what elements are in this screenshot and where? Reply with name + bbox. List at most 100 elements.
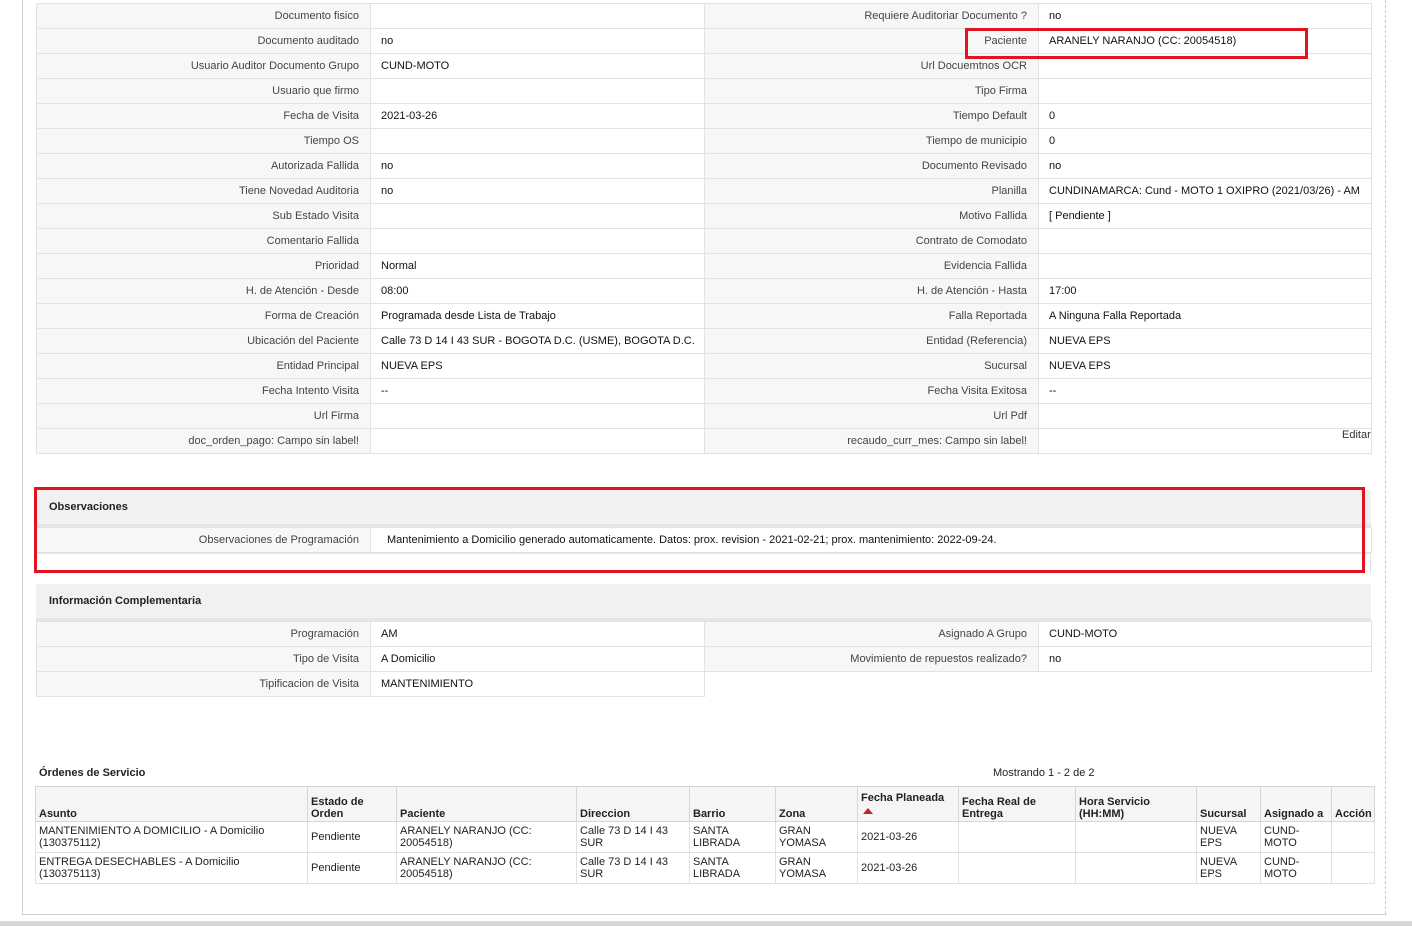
cell-fecha-planeada: 2021-03-26 (857, 852, 959, 884)
field-value-documento-revisado: no (1038, 153, 1372, 179)
field-value-url-firma (370, 403, 705, 429)
field-label-movimiento-de-repuestos-realizado: Movimiento de repuestos realizado? (704, 646, 1039, 672)
field-label-documento-revisado: Documento Revisado (704, 153, 1039, 179)
column-header-label: Fecha Real de Entrega (962, 796, 1036, 820)
column-header-label: Barrio (693, 808, 726, 820)
column-header-asignado-a[interactable]: Asignado a (1260, 786, 1332, 822)
detail-row: Documento fisico Requiere Auditoriar Docu… (36, 3, 1372, 29)
column-header-fecha-planeada[interactable]: Fecha Planeada (857, 786, 959, 822)
field-label-fecha-intento-visita: Fecha Intento Visita (36, 378, 371, 404)
field-label-sucursal: Sucursal (704, 353, 1039, 379)
column-header-fecha-real-de-entrega[interactable]: Fecha Real de Entrega (958, 786, 1076, 822)
column-header-direccion[interactable]: Direccion (576, 786, 690, 822)
cell-paciente: ARANELY NARANJO (CC: 20054518) (396, 821, 577, 853)
field-value-fecha-de-visita: 2021-03-26 (370, 103, 705, 129)
field-value-fecha-intento-visita: -- (370, 378, 705, 404)
column-header-accion[interactable]: Acción (1331, 786, 1375, 822)
detail-row: Tiempo OS Tiempo de municipio 0 (36, 128, 1372, 154)
field-label-prioridad: Prioridad (36, 253, 371, 279)
table-row[interactable]: MANTENIMIENTO A DOMICILIO - A Domicilio … (35, 821, 1375, 853)
field-value-empty (1038, 671, 1372, 697)
column-header-asunto[interactable]: Asunto (35, 786, 308, 822)
field-value-documento-auditado: no (370, 28, 705, 54)
field-label-documento-auditado: Documento auditado (36, 28, 371, 54)
column-header-label: Hora Servicio (HH:MM) (1079, 796, 1150, 820)
cell-estado-de-orden: Pendiente (307, 821, 397, 853)
cell-accion (1331, 821, 1375, 853)
field-value-forma-de-creacion: Programada desde Lista de Trabajo (370, 303, 705, 329)
detail-row: Tipificacion de Visita MANTENIMIENTO (36, 671, 1372, 697)
field-value-requiere-auditoriar-documento: no (1038, 3, 1372, 29)
field-label-tipo-firma: Tipo Firma (704, 78, 1039, 104)
field-label-h-de-atencion-hasta: H. de Atención - Hasta (704, 278, 1039, 304)
field-value-comentario-fallida (370, 228, 705, 254)
field-value-entidad-principal: NUEVA EPS (370, 353, 705, 379)
column-header-estado-de-orden[interactable]: Estado de Orden (307, 786, 397, 822)
cell-fecha-planeada: 2021-03-26 (857, 821, 959, 853)
field-value-falla-reportada: A Ninguna Falla Reportada (1038, 303, 1372, 329)
detail-row: Fecha de Visita 2021-03-26 Tiempo Default 0 (36, 103, 1372, 129)
field-label-fecha-de-visita: Fecha de Visita (36, 103, 371, 129)
column-header-label: Asunto (39, 808, 77, 820)
column-header-paciente[interactable]: Paciente (396, 786, 577, 822)
field-label-contrato-de-comodato: Contrato de Comodato (704, 228, 1039, 254)
cell-direccion: Calle 73 D 14 I 43 SUR (576, 821, 690, 853)
sort-ascending-icon[interactable] (863, 808, 873, 814)
field-value-tiempo-de-municipio: 0 (1038, 128, 1372, 154)
field-value-ubicacion-del-paciente: Calle 73 D 14 I 43 SUR - BOGOTA D.C. (US… (370, 328, 705, 354)
field-label-tiempo-de-municipio: Tiempo de municipio (704, 128, 1039, 154)
cell-direccion: Calle 73 D 14 I 43 SUR (576, 852, 690, 884)
field-label-entidad-principal: Entidad Principal (36, 353, 371, 379)
detail-row: doc_orden_pago: Campo sin label! recaudo_… (36, 428, 1372, 454)
field-value-sub-estado-visita (370, 203, 705, 229)
detail-row: H. de Atención - Desde 08:00 H. de Atenció… (36, 278, 1372, 304)
detail-row: Forma de Creación Programada desde Lista … (36, 303, 1372, 329)
field-label-asignado-a-grupo: Asignado A Grupo (704, 621, 1039, 647)
field-value-movimiento-de-repuestos-realizado: no (1038, 646, 1372, 672)
field-label-sub-estado-visita: Sub Estado Visita (36, 203, 371, 229)
cell-estado-de-orden: Pendiente (307, 852, 397, 884)
field-value-planilla: CUNDINAMARCA: Cund - MOTO 1 OXIPRO (2021… (1038, 178, 1372, 204)
field-label-url-pdf: Url Pdf (704, 403, 1039, 429)
field-label-empty (704, 671, 1039, 697)
field-value-tipificacion-de-visita: MANTENIMIENTO (370, 671, 705, 697)
cell-sucursal: NUEVA EPS (1196, 852, 1261, 884)
column-header-barrio[interactable]: Barrio (689, 786, 776, 822)
field-value-h-de-atencion-desde: 08:00 (370, 278, 705, 304)
cell-hora-servicio-hh-mm (1075, 852, 1197, 884)
cell-zona: GRAN YOMASA (775, 852, 858, 884)
field-label-comentario-fallida: Comentario Fallida (36, 228, 371, 254)
field-label-url-firma: Url Firma (36, 403, 371, 429)
field-value-tipo-firma (1038, 78, 1372, 104)
column-header-label: Asignado a (1264, 808, 1324, 820)
field-label-ubicacion-del-paciente: Ubicación del Paciente (36, 328, 371, 354)
field-value-fecha-visita-exitosa: -- (1038, 378, 1372, 404)
column-header-sucursal[interactable]: Sucursal (1196, 786, 1261, 822)
field-value-tiempo-os (370, 128, 705, 154)
cell-sucursal: NUEVA EPS (1196, 821, 1261, 853)
field-label-tipo-de-visita: Tipo de Visita (36, 646, 371, 672)
ordenes-title: Órdenes de Servicio (39, 767, 146, 779)
field-value-evidencia-fallida (1038, 253, 1372, 279)
table-row[interactable]: ENTREGA DESECHABLES - A Domicilio (13037… (35, 852, 1375, 884)
field-label-requiere-auditoriar-documento: Requiere Auditoriar Documento ? (704, 3, 1039, 29)
column-header-label: Paciente (400, 808, 446, 820)
column-header-zona[interactable]: Zona (775, 786, 858, 822)
field-label-evidencia-fallida: Evidencia Fallida (704, 253, 1039, 279)
detail-row: Url Firma Url Pdf (36, 403, 1372, 429)
field-value-h-de-atencion-hasta: 17:00 (1038, 278, 1372, 304)
detail-row: Entidad Principal NUEVA EPS Sucursal NUEVA … (36, 353, 1372, 379)
field-value-doc-orden-pago-campo-sin-label (370, 428, 705, 454)
field-value-prioridad: Normal (370, 253, 705, 279)
column-header-hora-servicio-hh-mm[interactable]: Hora Servicio (HH:MM) (1075, 786, 1197, 822)
complementaria-section: Información Complementaria Programación A… (36, 584, 1372, 697)
field-label-usuario-auditor-documento-grupo: Usuario Auditor Documento Grupo (36, 53, 371, 79)
edit-link[interactable]: Editar (1342, 429, 1371, 441)
field-label-entidad-referencia: Entidad (Referencia) (704, 328, 1039, 354)
column-header-label: Estado de Orden (311, 796, 364, 820)
detail-row: Tiene Novedad Auditoria no Planilla CUNDINA… (36, 178, 1372, 204)
field-value-tiene-novedad-auditoria: no (370, 178, 705, 204)
detail-row: Tipo de Visita A Domicilio Movimiento de r… (36, 646, 1372, 672)
dashed-divider (1385, 0, 1386, 914)
detail-row: Ubicación del Paciente Calle 73 D 14 I 43… (36, 328, 1372, 354)
